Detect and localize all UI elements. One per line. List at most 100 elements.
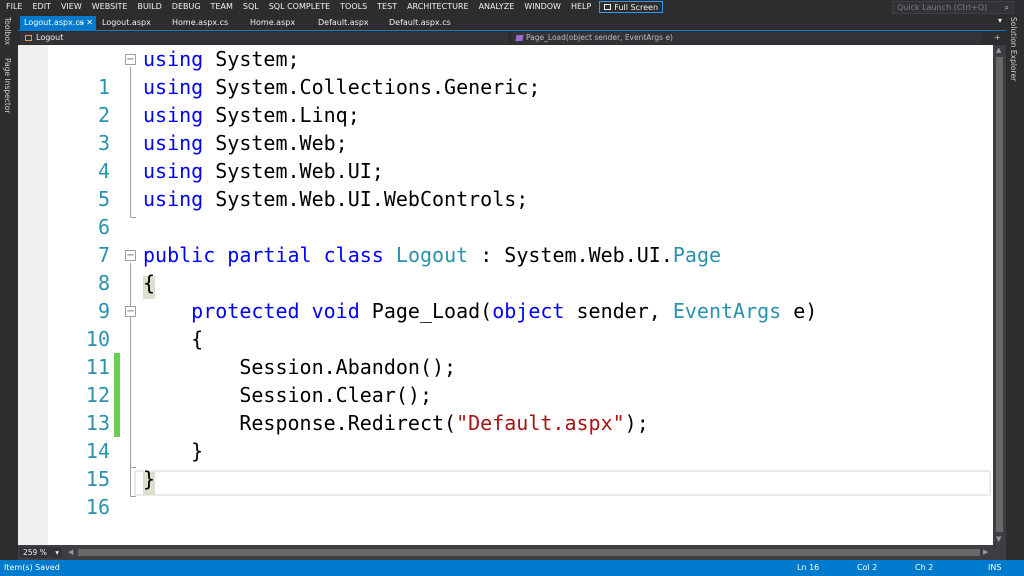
collapse-icon[interactable]: − <box>125 306 136 317</box>
class-icon <box>25 35 32 41</box>
code-line-10: 10 protected void Page_Load(object sende… <box>18 297 993 351</box>
code-text: } <box>143 467 156 491</box>
code-text: System.Web.UI; <box>203 159 384 183</box>
navigation-bar: Logout Page_Load(object sender, EventArg… <box>18 31 1006 45</box>
saved-change-marker <box>114 409 120 437</box>
code-line-12: 12 Session.Abandon(); <box>18 353 993 407</box>
keyword: class <box>323 243 384 267</box>
code-text: System.Web.UI.WebControls; <box>203 187 529 211</box>
left-tool-strip: Toolbox Page Inspector <box>0 14 18 560</box>
scroll-right-icon[interactable]: ▶ <box>983 548 988 556</box>
menu-tools[interactable]: TOOLS <box>335 0 372 14</box>
code-text: { <box>143 271 156 295</box>
status-insert-mode: INS <box>988 563 1002 572</box>
code-editor[interactable]: 1 using System; − 2 using System.Collect… <box>18 45 993 545</box>
method-icon <box>515 35 524 41</box>
keyword: using <box>143 103 204 127</box>
menu-view[interactable]: VIEW <box>56 0 87 14</box>
collapse-icon[interactable]: − <box>125 250 136 261</box>
tab-logout-aspx-cs[interactable]: Logout.aspx.cs ⊸ ✕ <box>20 16 96 30</box>
tab-label: Default.aspx.cs <box>389 18 451 27</box>
split-window-icon[interactable]: + <box>994 33 1001 42</box>
tab-label: Home.aspx <box>250 18 296 27</box>
menu-build[interactable]: BUILD <box>132 0 166 14</box>
document-tab-strip: Logout.aspx.cs ⊸ ✕ Logout.aspx Home.aspx… <box>18 14 1006 31</box>
collapse-icon[interactable]: − <box>125 54 136 65</box>
keyword: object <box>492 299 565 323</box>
menu-test[interactable]: TEST <box>372 0 402 14</box>
zoom-value: 259 % <box>23 548 47 557</box>
line-number: 16 <box>85 495 110 519</box>
zoom-dropdown[interactable]: 259 % ▾ <box>20 547 62 558</box>
menu-team[interactable]: TEAM <box>206 0 238 14</box>
code-text: System.Collections.Generic; <box>203 75 541 99</box>
solution-explorer-tab[interactable]: Solution Explorer <box>1009 17 1018 81</box>
menu-debug[interactable]: DEBUG <box>167 0 206 14</box>
code-text: Response.Redirect( <box>143 411 457 435</box>
status-column: Col 2 <box>857 563 878 572</box>
string-literal: "Default.aspx" <box>456 411 625 435</box>
horizontal-scrollbar[interactable]: ◀ ▶ <box>66 545 993 560</box>
menu-sql-complete[interactable]: SQL COMPLETE <box>264 0 335 14</box>
tab-home-aspx-cs[interactable]: Home.aspx.cs <box>168 16 244 30</box>
full-screen-button[interactable]: Full Screen <box>599 1 664 13</box>
scroll-thumb[interactable] <box>78 549 980 556</box>
code-line-4: 4 using System.Web; <box>18 129 993 183</box>
code-line-8: 8 public partial class Logout : System.W… <box>18 241 993 295</box>
scroll-down-icon[interactable]: ▼ <box>996 535 1001 543</box>
code-text: Session.Abandon(); <box>143 355 457 379</box>
class-scope-label: Logout <box>36 33 64 42</box>
menu-sql[interactable]: SQL <box>238 0 264 14</box>
tab-default-aspx-cs[interactable]: Default.aspx.cs <box>385 16 465 30</box>
code-text: System; <box>203 47 300 71</box>
ide-window: FILE EDIT VIEW WEBSITE BUILD DEBUG TEAM … <box>0 0 1024 576</box>
keyword: public <box>143 243 216 267</box>
keyword: protected <box>191 299 300 323</box>
code-text: e) <box>781 299 818 323</box>
code-text: Page_Load( <box>359 299 493 323</box>
menu-window[interactable]: WINDOW <box>519 0 566 14</box>
quick-launch-placeholder: Quick Launch (Ctrl+Q) <box>897 3 988 12</box>
fold-guide-end <box>130 496 136 497</box>
vertical-scrollbar[interactable]: ▲ ▼ <box>993 45 1006 545</box>
scroll-up-icon[interactable]: ▲ <box>996 46 1001 54</box>
menu-analyze[interactable]: ANALYZE <box>474 0 520 14</box>
class-scope-dropdown[interactable]: Logout <box>20 32 508 44</box>
menu-architecture[interactable]: ARCHITECTURE <box>402 0 473 14</box>
right-tool-strip: Solution Explorer <box>1006 14 1024 560</box>
keyword: using <box>143 75 204 99</box>
code-text: : System.Web.UI. <box>468 243 673 267</box>
tab-home-aspx[interactable]: Home.aspx <box>246 16 310 30</box>
search-icon: ⌕ <box>1004 3 1009 12</box>
menu-website[interactable]: WEBSITE <box>87 0 133 14</box>
saved-change-marker <box>114 381 120 409</box>
code-line-14: 14 Response.Redirect("Default.aspx"); <box>18 409 993 463</box>
saved-change-marker <box>114 353 120 381</box>
status-line: Ln 16 <box>797 563 820 572</box>
menu-help[interactable]: HELP <box>566 0 596 14</box>
full-screen-label: Full Screen <box>614 2 659 12</box>
code-line-16: 16 } <box>18 465 993 519</box>
status-char: Ch 2 <box>915 563 934 572</box>
keyword: partial <box>227 243 312 267</box>
tab-logout-aspx[interactable]: Logout.aspx <box>98 16 168 30</box>
tab-default-aspx[interactable]: Default.aspx <box>314 16 380 30</box>
code-text: } <box>143 439 204 463</box>
pin-icon[interactable]: ⊸ <box>78 16 84 30</box>
code-line-7: 7 <box>18 213 993 267</box>
member-scope-dropdown[interactable]: Page_Load(object sender, EventArgs e) <box>512 32 982 44</box>
scroll-thumb[interactable] <box>996 57 1003 532</box>
quick-launch-input[interactable]: Quick Launch (Ctrl+Q) ⌕ <box>892 1 1014 14</box>
tab-list-dropdown-icon[interactable]: ▾ <box>998 16 1002 25</box>
page-inspector-tab[interactable]: Page Inspector <box>3 58 12 114</box>
menu-edit[interactable]: EDIT <box>27 0 55 14</box>
chevron-down-icon: ▾ <box>55 548 59 557</box>
scroll-left-icon[interactable]: ◀ <box>68 548 73 556</box>
menu-file[interactable]: FILE <box>0 0 27 14</box>
type-name: Logout <box>395 243 469 267</box>
code-text: Session.Clear(); <box>143 383 432 407</box>
keyword: using <box>143 187 204 211</box>
close-icon[interactable]: ✕ <box>86 16 93 30</box>
toolbox-tab[interactable]: Toolbox <box>3 17 12 45</box>
